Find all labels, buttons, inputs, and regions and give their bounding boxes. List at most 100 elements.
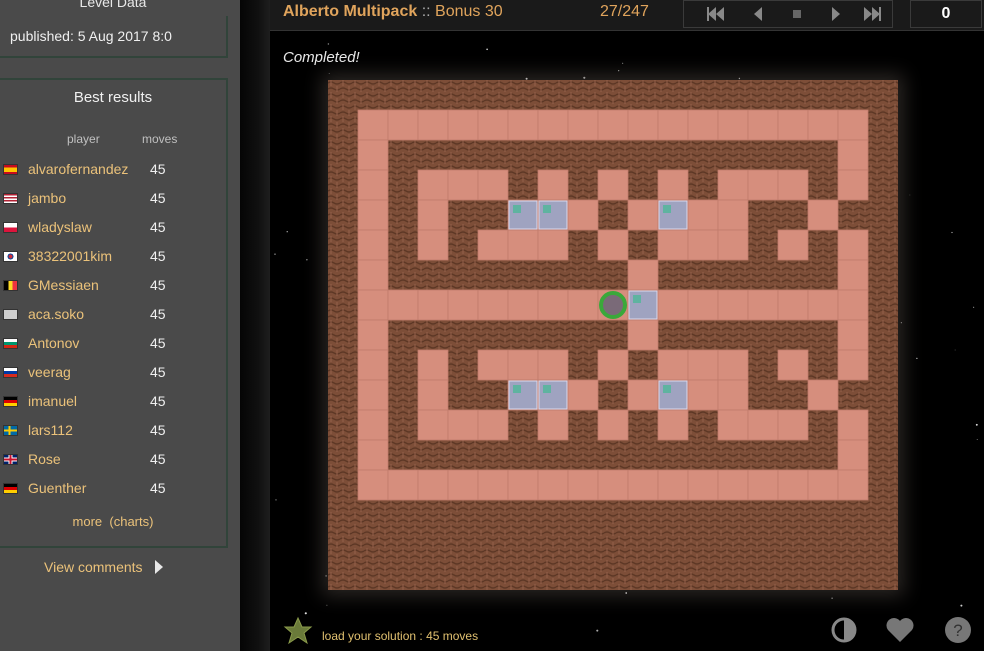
floor-tile[interactable] [447,109,479,141]
floor-tile[interactable] [417,469,449,501]
player-name[interactable]: lars112 [28,422,73,438]
star-icon[interactable] [283,616,313,646]
floor-tile[interactable] [477,109,509,141]
floor-tile[interactable] [597,349,629,381]
floor-tile[interactable] [657,289,689,321]
floor-tile[interactable] [717,289,749,321]
player-name[interactable]: Guenther [28,480,86,496]
floor-tile[interactable] [447,469,479,501]
floor-tile[interactable] [537,109,569,141]
floor-tile[interactable] [567,289,599,321]
floor-tile[interactable] [357,109,389,141]
floor-tile[interactable] [837,259,869,291]
player-name[interactable]: jambo [28,190,66,206]
floor-tile[interactable] [357,199,389,231]
floor-tile[interactable] [627,319,659,351]
floor-tile[interactable] [477,409,509,441]
help-icon[interactable]: ? [944,616,972,644]
fast-forward-icon[interactable] [862,6,882,22]
floor-tile[interactable] [357,319,389,351]
floor-tile[interactable] [807,109,839,141]
floor-tile[interactable] [447,169,479,201]
floor-tile[interactable] [417,109,449,141]
floor-tile[interactable] [627,259,659,291]
floor-tile[interactable] [747,169,779,201]
floor-tile[interactable] [747,409,779,441]
player-marker[interactable] [599,291,627,319]
floor-tile[interactable] [717,229,749,261]
floor-tile[interactable] [567,379,599,411]
floor-tile[interactable] [717,109,749,141]
floor-tile[interactable] [837,439,869,471]
floor-tile[interactable] [417,199,449,231]
floor-tile[interactable] [837,289,869,321]
floor-tile[interactable] [717,169,749,201]
floor-tile[interactable] [507,229,539,261]
floor-tile[interactable] [717,349,749,381]
player-name[interactable]: veerag [28,364,71,380]
floor-tile[interactable] [537,289,569,321]
floor-tile[interactable] [597,109,629,141]
rewind-to-start-icon[interactable] [706,6,726,22]
floor-tile[interactable] [477,169,509,201]
floor-tile[interactable] [657,409,689,441]
floor-tile[interactable] [597,169,629,201]
floor-tile[interactable] [537,409,569,441]
player-name[interactable]: Antonov [28,335,79,351]
floor-tile[interactable] [537,229,569,261]
floor-tile[interactable] [417,169,449,201]
floor-tile[interactable] [567,199,599,231]
floor-tile[interactable] [507,469,539,501]
floor-tile[interactable] [837,139,869,171]
floor-tile[interactable] [807,379,839,411]
floor-tile[interactable] [717,199,749,231]
floor-tile[interactable] [717,409,749,441]
floor-tile[interactable] [357,349,389,381]
floor-tile[interactable] [837,349,869,381]
step-back-icon[interactable] [748,6,768,22]
floor-tile[interactable] [807,289,839,321]
floor-tile[interactable] [747,109,779,141]
view-comments-label[interactable]: View comments [44,559,143,575]
floor-tile[interactable] [777,349,809,381]
floor-tile[interactable] [807,199,839,231]
floor-tile[interactable] [657,109,689,141]
floor-tile[interactable] [627,109,659,141]
pack-name[interactable]: Alberto Multipack [283,3,417,20]
floor-tile[interactable] [417,229,449,261]
floor-tile[interactable] [357,229,389,261]
floor-tile[interactable] [357,439,389,471]
floor-tile[interactable] [417,289,449,321]
floor-tile[interactable] [597,409,629,441]
sokoban-board[interactable] [328,80,898,590]
floor-tile[interactable] [477,229,509,261]
floor-tile[interactable] [777,109,809,141]
heart-icon[interactable] [884,616,916,644]
floor-tile[interactable] [657,469,689,501]
floor-tile[interactable] [507,349,539,381]
player-name[interactable]: imanuel [28,393,77,409]
floor-tile[interactable] [627,199,659,231]
floor-tile[interactable] [747,289,779,321]
floor-tile[interactable] [357,469,389,501]
floor-tile[interactable] [837,469,869,501]
floor-tile[interactable] [357,379,389,411]
floor-tile[interactable] [837,409,869,441]
floor-tile[interactable] [477,469,509,501]
floor-tile[interactable] [567,109,599,141]
floor-tile[interactable] [657,229,689,261]
load-solution-link[interactable]: load your solution : 45 moves [322,629,478,643]
floor-tile[interactable] [567,469,599,501]
floor-tile[interactable] [447,409,479,441]
step-forward-icon[interactable] [826,6,846,22]
floor-tile[interactable] [357,259,389,291]
floor-tile[interactable] [657,349,689,381]
player-name[interactable]: Rose [28,451,61,467]
floor-tile[interactable] [687,229,719,261]
floor-tile[interactable] [777,409,809,441]
floor-tile[interactable] [417,349,449,381]
floor-tile[interactable] [537,469,569,501]
floor-tile[interactable] [627,379,659,411]
floor-tile[interactable] [777,289,809,321]
floor-tile[interactable] [507,289,539,321]
